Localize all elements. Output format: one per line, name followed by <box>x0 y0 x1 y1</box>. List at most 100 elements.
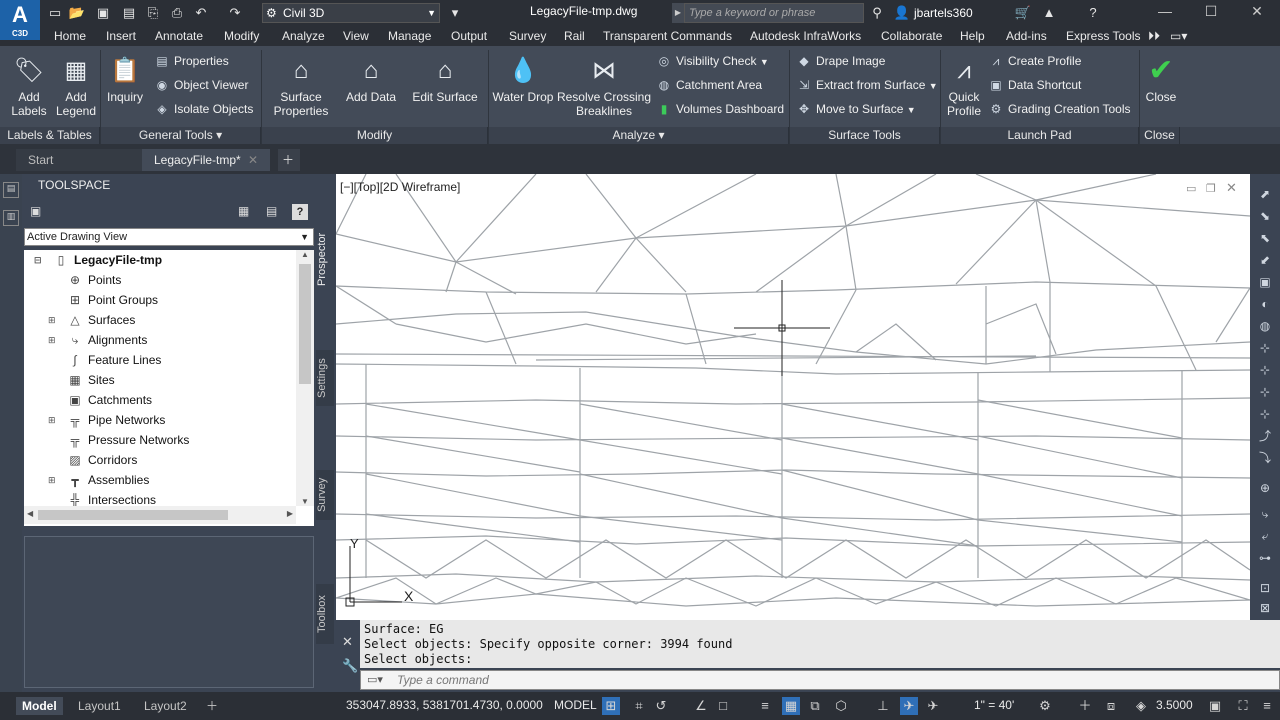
tab-survey[interactable]: Survey <box>509 28 546 46</box>
save-icon[interactable]: ▣ <box>94 4 112 22</box>
minimize-icon[interactable]: — <box>1150 2 1180 22</box>
tree-item-surfaces[interactable]: ⊞ △ Surfaces <box>48 310 135 330</box>
maximize-icon[interactable]: ☐ <box>1196 2 1226 22</box>
scroll-right-icon[interactable]: ▶ <box>287 509 293 518</box>
close-icon[interactable]: ✕ <box>342 634 353 650</box>
annotation-visibility-icon[interactable]: ✈ <box>900 697 918 715</box>
tab-help[interactable]: Help <box>960 28 985 46</box>
tool-icon-10[interactable]: ⊹ <box>1257 384 1273 400</box>
annotation-scale[interactable]: 1" = 40' <box>974 698 1014 712</box>
undo-icon[interactable]: ↶ <box>192 4 210 22</box>
osnap-icon[interactable]: □ <box>714 697 732 715</box>
application-menu-button[interactable]: A C3D <box>0 0 40 40</box>
active-drawing-view-select[interactable]: Active Drawing View ▼ <box>24 228 314 246</box>
workspace-select[interactable]: ⚙ Civil 3D ▼ <box>262 3 440 23</box>
user-name[interactable]: jbartels360 <box>914 6 973 20</box>
tab-autodesk-infraworks[interactable]: Autodesk InfraWorks <box>750 28 861 46</box>
tool-icon-12[interactable]: ⤴ <box>1257 428 1273 444</box>
tool-icon-19[interactable]: ⊠ <box>1257 600 1273 616</box>
tab-model[interactable]: Model <box>16 697 63 715</box>
drape-image-button[interactable]: ◆ Drape Image <box>796 52 885 70</box>
viewport-minimize-icon[interactable]: ▭ <box>1186 182 1196 195</box>
tree-item-assemblies[interactable]: ⊞ ┳ Assemblies <box>48 470 149 490</box>
palette-properties-icon[interactable]: ▥ <box>3 210 19 226</box>
quick-profile-button[interactable]: ⩘ Quick Profile <box>944 56 984 118</box>
quick-access-customize-icon[interactable]: ▾ <box>446 4 464 22</box>
scroll-left-icon[interactable]: ◀ <box>27 509 33 518</box>
create-profile-button[interactable]: ⩘ Create Profile <box>988 52 1082 70</box>
tree-horizontal-scrollbar[interactable]: ◀ ▶ <box>24 506 296 524</box>
tool-icon-8[interactable]: ⊹ <box>1257 340 1273 356</box>
command-prompt-icon[interactable]: ▭▾ <box>367 671 383 689</box>
tree-item-feature-lines[interactable]: ∫ Feature Lines <box>66 350 161 370</box>
scroll-thumb[interactable] <box>299 264 311 384</box>
tab-express-tools[interactable]: Express Tools <box>1066 28 1140 46</box>
redo-icon[interactable]: ↷ <box>226 4 244 22</box>
elevation-icon[interactable]: ◈ <box>1132 697 1150 715</box>
expand-icon[interactable]: ⊞ <box>48 310 56 330</box>
tool-icon-17[interactable]: ⊶ <box>1257 550 1273 566</box>
search-expand-icon[interactable]: ▶ <box>672 3 684 23</box>
drawing-viewport[interactable]: [−][Top][2D Wireframe] Y X ▭ ❐ ✕ <box>336 174 1250 620</box>
autodesk-account-icon[interactable]: ▲ <box>1040 4 1058 22</box>
viewport-restore-icon[interactable]: ❐ <box>1206 182 1216 195</box>
annotation-monitor-icon[interactable]: ＋ <box>1076 697 1094 715</box>
publish-icon[interactable]: ⎘ <box>144 4 162 22</box>
units-icon[interactable]: ⧈ <box>1102 697 1120 715</box>
tab-start[interactable]: Start <box>16 149 144 171</box>
tab-prospector[interactable]: Prospector <box>316 224 334 294</box>
tool-icon-6[interactable]: ◐ <box>1257 296 1273 312</box>
tool-icon-13[interactable]: ⤵ <box>1257 450 1273 466</box>
close-icon[interactable]: ✕ <box>248 149 258 171</box>
collapse-icon[interactable]: ⊟ <box>34 250 42 270</box>
expand-icon[interactable]: ⊞ <box>48 470 56 490</box>
grid-snap-icon[interactable]: ⊞ <box>602 697 620 715</box>
edit-surface-button[interactable]: ⌂ Edit Surface <box>410 56 480 104</box>
binoculars-icon[interactable]: ⚲ <box>868 4 886 22</box>
surface-properties-button[interactable]: ⌂ Surface Properties <box>270 56 332 118</box>
isolate-objects-button[interactable]: ◈ Isolate Objects <box>154 100 253 118</box>
catchment-area-button[interactable]: ◍ Catchment Area <box>656 76 762 94</box>
annotation-autoscale-icon[interactable]: ✈ <box>924 697 942 715</box>
tree-item-catchments[interactable]: ▣ Catchments <box>66 390 152 410</box>
polar-icon[interactable]: ∠ <box>692 697 710 715</box>
cart-icon[interactable]: 🛒 <box>1014 4 1032 22</box>
tab-layout1[interactable]: Layout1 <box>78 697 121 715</box>
tool-icon-5[interactable]: ▣ <box>1257 274 1273 290</box>
tab-settings-side[interactable]: Settings <box>316 350 334 406</box>
tab-analyze[interactable]: Analyze <box>282 28 325 46</box>
tree-item-pressure-networks[interactable]: ╦ Pressure Networks <box>66 430 190 450</box>
new-file-icon[interactable]: ▭ <box>46 4 64 22</box>
customization-icon[interactable]: ≡ <box>1258 697 1276 715</box>
tree-root-drawing[interactable]: ⊟ ▯ LegacyFile-tmp <box>34 250 162 270</box>
scroll-down-icon[interactable]: ▼ <box>301 497 309 506</box>
tab-insert[interactable]: Insert <box>106 28 136 46</box>
tool-icon-3[interactable]: ⬉ <box>1257 230 1273 246</box>
snap-icon[interactable]: ⌗ <box>630 697 648 715</box>
tree-item-intersections[interactable]: ⊞╬Intersections <box>66 490 156 506</box>
object-viewer-button[interactable]: ◉ Object Viewer <box>154 76 249 94</box>
ribbon-minimize-icon[interactable]: ▭▾ <box>1170 28 1187 46</box>
add-labels-button[interactable]: 🏷 Add Labels <box>8 56 50 118</box>
add-legend-button[interactable]: ▦ Add Legend <box>54 56 98 118</box>
tool-icon-9[interactable]: ⊹ <box>1257 362 1273 378</box>
properties-button[interactable]: ▤ Properties <box>154 52 228 70</box>
selection-cycling-icon[interactable]: ⧉ <box>806 697 824 715</box>
workspace-gear-icon[interactable]: ⚙ <box>1036 697 1054 715</box>
panel-title-analyze[interactable]: Analyze ▾ <box>489 127 789 144</box>
help-icon[interactable]: ? <box>1084 4 1102 22</box>
tab-transparent-commands[interactable]: Transparent Commands <box>603 28 732 46</box>
tree-item-pipe-networks[interactable]: ⊞ ╦ Pipe Networks <box>48 410 165 430</box>
tool-icon-16[interactable]: ⤶ <box>1257 528 1273 544</box>
tab-legacyfile[interactable]: LegacyFile-tmp* ✕ <box>142 149 270 171</box>
scroll-thumb[interactable] <box>38 510 228 520</box>
toolspace-display-icon[interactable]: ▣ <box>30 204 41 218</box>
more-tabs-icon[interactable]: ⏵⏵ <box>1148 28 1160 46</box>
wrench-icon[interactable]: 🔧 <box>342 658 358 674</box>
help-icon[interactable]: ? <box>292 204 308 220</box>
resolve-crossing-breaklines-button[interactable]: ⋈ Resolve Crossing Breaklines <box>556 56 652 118</box>
visibility-check-button[interactable]: ◎ Visibility Check ▼ <box>656 52 769 70</box>
item-view-icon[interactable]: ▦ <box>238 204 249 218</box>
hardware-acceleration-icon[interactable]: ▣ <box>1206 697 1224 715</box>
expand-icon[interactable]: ⊞ <box>48 330 56 350</box>
